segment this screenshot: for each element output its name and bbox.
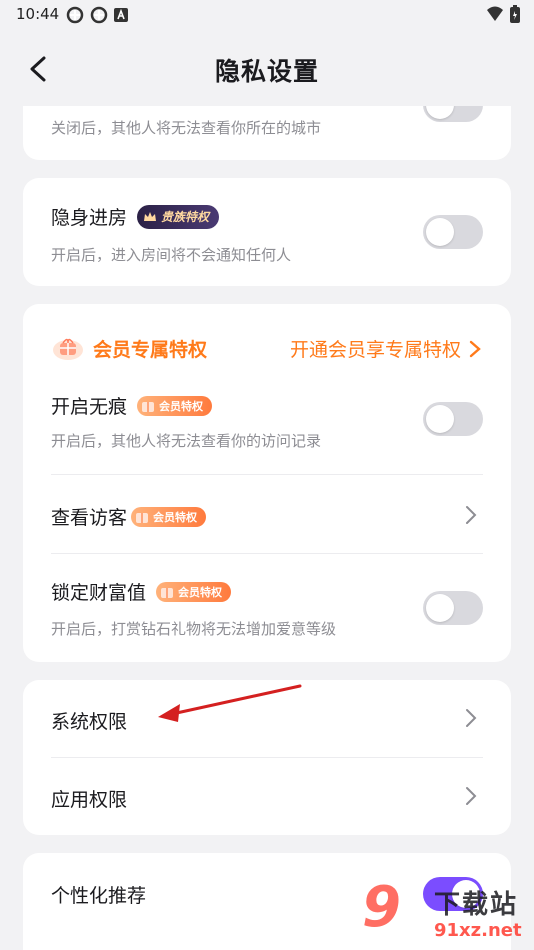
vip-privilege-badge: 会员特权: [137, 395, 213, 416]
chevron-right-icon: [466, 709, 477, 727]
noble-badge-label: 贵族特权: [161, 210, 210, 224]
vip-badge-label: 会员特权: [178, 585, 223, 599]
chevron-right-icon: [466, 506, 477, 524]
vip-header: 会员专属特权: [51, 334, 207, 362]
status-notification-icons: [66, 6, 128, 24]
chevron-right-icon: [469, 340, 481, 357]
city-visibility-subtitle: 关闭后，其他人将无法查看你所在的城市: [51, 119, 322, 137]
app-permissions-label: 应用权限: [51, 789, 128, 811]
vip-gift-icon: [136, 512, 149, 523]
watermark-site-name: 下载站: [434, 890, 519, 920]
app-notification-icon: [90, 6, 108, 24]
system-permissions-label: 系统权限: [51, 711, 128, 733]
status-bar: 10:44: [0, 0, 534, 30]
lock-wealth-title: 锁定财富值: [51, 582, 147, 604]
vip-header-title: 会员专属特权: [93, 338, 208, 361]
traceless-toggle[interactable]: [423, 402, 483, 436]
invisible-entry-subtitle: 开启后，进入房间将不会通知任何人: [51, 246, 292, 264]
vip-privileges-card: 会员专属特权 开通会员享专属特权 开启无痕 会员特权 开启后，其他人将无法查看你…: [23, 304, 511, 662]
vip-gift-icon: [142, 401, 155, 412]
traceless-row: 开启无痕 会员特权: [51, 392, 213, 419]
invisible-entry-toggle[interactable]: [423, 215, 483, 249]
invisible-entry-title: 隐身进房: [51, 207, 128, 229]
traceless-subtitle: 开启后，其他人将无法查看你的访问记录: [51, 432, 322, 450]
crown-icon: [144, 211, 157, 221]
site-watermark: 9 下载站 91xz.net: [362, 880, 534, 950]
divider: [51, 553, 483, 554]
a-letter-icon: [114, 8, 128, 22]
vip-badge-label: 会员特权: [159, 399, 204, 413]
noble-privilege-badge: 贵族特权: [137, 204, 220, 229]
battery-icon: [510, 5, 520, 23]
page-header: 隐私设置: [0, 30, 534, 106]
annotation-arrow: [158, 684, 302, 722]
view-visitors-title: 查看访客: [51, 507, 128, 529]
vip-privilege-badge: 会员特权: [156, 581, 232, 602]
lock-wealth-subtitle: 开启后，打赏钻石礼物将无法增加爱意等级: [51, 620, 337, 638]
status-system-icons: [486, 5, 520, 23]
watermark-url: 91xz.net: [434, 920, 522, 941]
invisible-entry-card: 隐身进房 贵族特权 开启后，进入房间将不会通知任何人: [23, 178, 511, 286]
status-time: 10:44: [16, 5, 60, 23]
page-title: 隐私设置: [214, 57, 319, 86]
view-visitors-label-group: 查看访客 会员特权: [51, 503, 207, 530]
invisible-entry-row: 隐身进房 贵族特权: [51, 203, 220, 230]
vip-gift-icon: [161, 587, 174, 598]
lock-wealth-toggle[interactable]: [423, 591, 483, 625]
app-permissions-row[interactable]: 应用权限: [23, 758, 511, 835]
lock-wealth-row: 锁定财富值 会员特权: [51, 578, 232, 605]
wifi-icon: [487, 6, 503, 21]
recommend-label: 个性化推荐: [51, 885, 147, 907]
app-notification-icon: [66, 6, 84, 24]
open-vip-link-label: 开通会员享专属特权: [289, 339, 461, 361]
view-visitors-row[interactable]: 查看访客 会员特权: [23, 475, 511, 553]
vip-gift-icon: [53, 338, 83, 360]
traceless-title: 开启无痕: [51, 396, 128, 418]
vip-badge-label: 会员特权: [153, 510, 198, 524]
chevron-right-icon: [466, 787, 477, 805]
watermark-logo-number: 9: [362, 875, 401, 940]
vip-privilege-badge: 会员特权: [131, 506, 207, 527]
open-vip-link[interactable]: 开通会员享专属特权: [290, 335, 481, 362]
